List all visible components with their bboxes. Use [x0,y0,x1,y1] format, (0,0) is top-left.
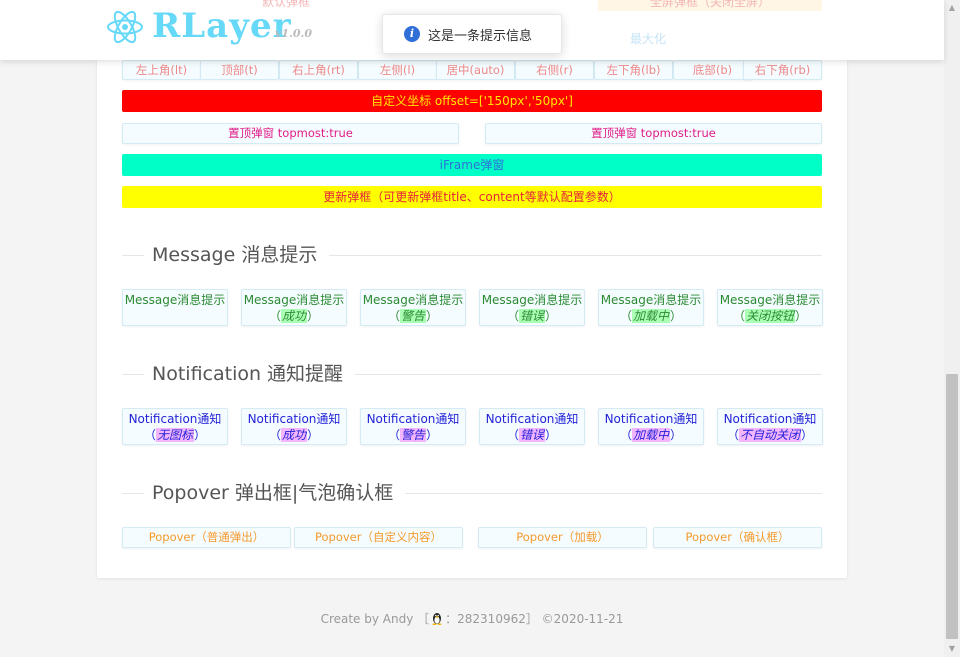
position-t-button[interactable]: 顶部(t) [200,60,279,80]
info-icon: i [404,26,420,42]
message-section-header: Message 消息提示 [122,240,822,270]
toast-text: 这是一条提示信息 [428,29,533,44]
button-sub-label: 成功 [280,428,307,442]
toast-message: i 这是一条提示信息 [382,14,562,54]
iframe-button[interactable]: iFrame弹窗 [122,154,822,176]
button-label: Message消息提示 [243,293,345,307]
logo-title: RLayer [152,6,292,46]
button-label: Notification通知 [366,412,460,426]
message-button-error[interactable]: Message消息提示 （错误） [479,289,585,326]
message-button-warning[interactable]: Message消息提示 （警告） [360,289,466,326]
version-label: v1.0.0 [275,27,313,40]
notification-section-header: Notification 通知提醒 [122,359,822,389]
button-label: Notification通知 [128,412,222,426]
button-label: Message消息提示 [481,293,583,307]
qq-penguin-icon [432,613,442,625]
message-button-success[interactable]: Message消息提示 （成功） [241,289,347,326]
scroll-up-arrow-icon[interactable]: ▲ [944,0,960,16]
button-label: Message消息提示 [600,293,702,307]
position-rb-button[interactable]: 右下角(rb) [743,60,822,80]
popover-loading-button[interactable]: Popover（加载） [478,527,647,548]
button-label: Message消息提示 [124,293,226,307]
button-label: Notification通知 [485,412,579,426]
button-label: Message消息提示 [719,293,821,307]
button-label: Notification通知 [247,412,341,426]
button-sub-label: 警告 [399,428,426,442]
divider [122,374,144,375]
message-button-loading[interactable]: Message消息提示 （加载中） [598,289,704,326]
button-sub-label: 错误 [518,428,545,442]
scrollbar-thumb[interactable] [946,374,958,639]
position-auto-button[interactable]: 居中(auto) [436,60,515,80]
offset-button[interactable]: 自定义坐标 offset=['150px','50px'] [122,90,822,112]
popover-confirm-button[interactable]: Popover（确认框） [653,527,822,548]
button-sub-label: 无图标 [155,428,194,442]
button-label: Notification通知 [723,412,817,426]
message-button-default[interactable]: Message消息提示 [122,289,228,326]
notification-button-loading[interactable]: Notification通知 （加载中） [598,408,704,445]
popover-section-title: Popover 弹出框|气泡确认框 [152,478,406,508]
position-lt-button[interactable]: 左上角(lt) [122,60,201,80]
notification-button-warning[interactable]: Notification通知 （警告） [360,408,466,445]
ghost-default-button-text: 默认弹框 [262,0,311,9]
button-sub-label: 错误 [518,309,545,323]
footer-qq: ：282310962］ ©2020-11-21 [445,612,624,626]
react-atom-icon [107,10,143,44]
popover-section-header: Popover 弹出框|气泡确认框 [122,478,822,508]
button-sub-label: 加载中 [631,309,670,323]
notification-button-no-icon[interactable]: Notification通知 （无图标） [122,408,228,445]
position-b-button[interactable]: 底部(b) [673,60,752,80]
message-section-title: Message 消息提示 [152,240,330,270]
footer-credit: Create by Andy ［ [320,612,430,626]
scroll-down-arrow-icon[interactable]: ▼ [944,641,960,657]
demo-card: 左上角(lt) 顶部(t) 右上角(rt) 左侧(l) 居中(auto) 右侧(… [97,40,847,578]
position-l-button[interactable]: 左侧(l) [358,60,437,80]
button-sub-label: 成功 [280,309,307,323]
notification-button-error[interactable]: Notification通知 （错误） [479,408,585,445]
popover-custom-button[interactable]: Popover（自定义内容） [294,527,463,548]
position-lb-button[interactable]: 左下角(lb) [594,60,673,80]
page-footer: Create by Andy ［ ：282310962］ ©2020-11-21 [0,610,944,627]
button-sub-label: 不自动关闭 [738,428,801,442]
button-label: Notification通知 [604,412,698,426]
notification-section-title: Notification 通知提醒 [152,359,356,389]
button-label: Message消息提示 [362,293,464,307]
button-sub-label: 关闭按钮 [744,309,795,323]
notification-button-success[interactable]: Notification通知 （成功） [241,408,347,445]
topmost-button-2[interactable]: 置顶弹窗 topmost:true [485,123,822,144]
divider [122,255,144,256]
notification-button-persistent[interactable]: Notification通知 （不自动关闭） [717,408,823,445]
divider [122,493,144,494]
ghost-maximize-button-text: 最大化 [630,32,667,46]
position-r-button[interactable]: 右侧(r) [515,60,594,80]
topmost-button-1[interactable]: 置顶弹窗 topmost:true [122,123,459,144]
position-rt-button[interactable]: 右上角(rt) [279,60,358,80]
popover-normal-button[interactable]: Popover（普通弹出） [122,527,291,548]
ghost-fullscreen-button-text: 全屏弹框（关闭全屏） [598,0,822,11]
button-sub-label: 加载中 [631,428,670,442]
update-button[interactable]: 更新弹框（可更新弹框title、content等默认配置参数） [122,186,822,208]
button-sub-label: 警告 [399,309,426,323]
message-button-closable[interactable]: Message消息提示 （关闭按钮） [717,289,823,326]
